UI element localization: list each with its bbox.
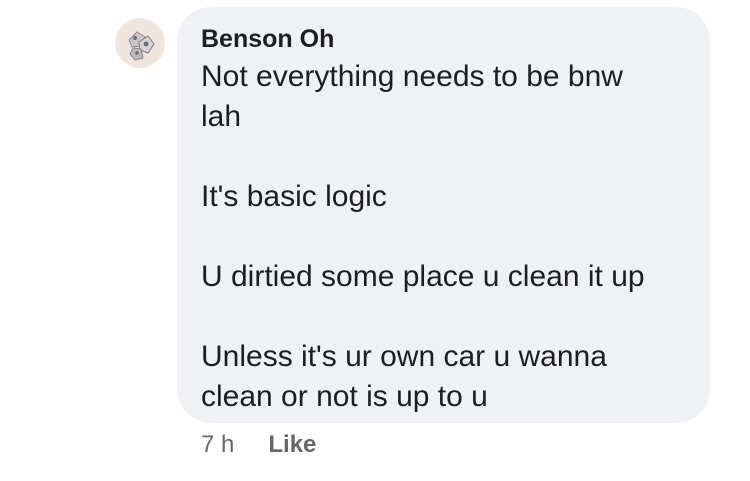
comment-body: Not everything needs to be bnw lah It's …	[201, 57, 701, 417]
avatar[interactable]	[115, 18, 165, 68]
comment-timestamp[interactable]: 7 h	[201, 431, 234, 459]
comment-line: clean or not is up to u	[201, 380, 488, 413]
comment-line: lah	[201, 100, 242, 133]
comment-line: It's basic logic	[201, 180, 387, 213]
comment-line: Not everything needs to be bnw	[201, 60, 623, 93]
comment-line: U dirtied some place u clean it up	[201, 260, 645, 293]
comment: Benson Oh Not everything needs to be bnw…	[0, 0, 750, 481]
comment-author[interactable]: Benson Oh	[201, 26, 334, 52]
comment-line	[201, 217, 701, 257]
like-button[interactable]: Like	[268, 431, 316, 459]
comment-line: Unless it's ur own car u wanna	[201, 340, 607, 373]
comment-actions: 7 h Like	[201, 428, 316, 462]
profile-photo-avatar-icon	[115, 18, 165, 68]
comment-line	[201, 137, 701, 177]
comment-bubble: Benson Oh Not everything needs to be bnw…	[177, 7, 710, 423]
comment-line	[201, 297, 701, 337]
